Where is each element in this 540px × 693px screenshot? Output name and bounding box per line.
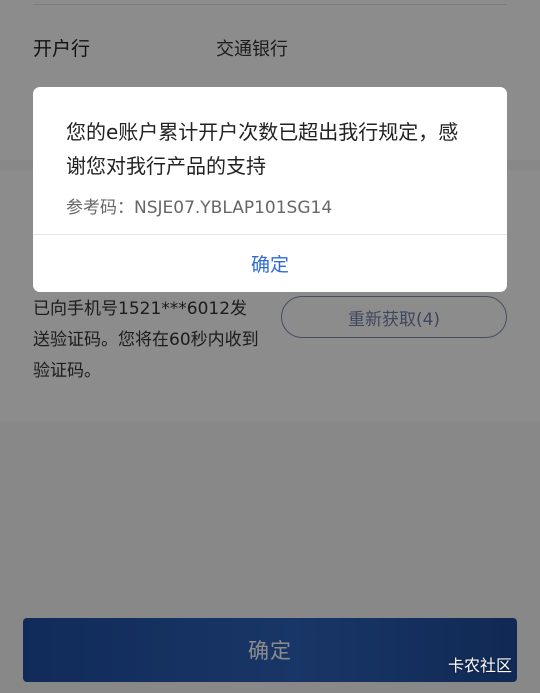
dialog-confirm-button[interactable]: 确定 [33, 235, 507, 292]
dialog-message: 您的e账户累计开户次数已超出我行规定，感谢您对我行产品的支持 [66, 120, 459, 178]
watermark: 卡农社区 [448, 656, 513, 675]
alert-dialog: 您的e账户累计开户次数已超出我行规定，感谢您对我行产品的支持 参考码：NSJE0… [33, 87, 507, 292]
dialog-reference-code: 参考码：NSJE07.YBLAP101SG14 [66, 198, 333, 218]
